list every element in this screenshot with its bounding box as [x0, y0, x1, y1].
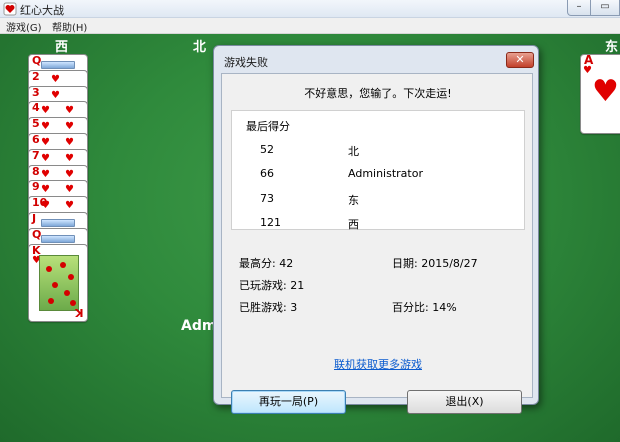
card-rank: 3: [32, 85, 40, 99]
win-percentage: 百分比: 14%: [392, 301, 457, 314]
card-rank: Q: [32, 227, 42, 241]
heart-decoration: [70, 299, 76, 306]
heart-icon: ♥: [65, 184, 74, 196]
heart-icon: ♥: [65, 152, 74, 164]
card-rank: 7: [32, 148, 40, 162]
score-row: 121 西: [232, 216, 526, 232]
score-row: 73 东: [232, 192, 526, 208]
face-card-art: [41, 234, 75, 243]
heart-icon: ♥: [41, 105, 50, 117]
heart-decoration: [46, 265, 52, 272]
maximize-button[interactable]: ▭: [590, 0, 620, 16]
heart-icon: ♥: [65, 121, 74, 133]
card-rank: J: [32, 212, 37, 225]
heart-icon: ♥: [41, 121, 50, 133]
seat-label-east: 东: [605, 40, 619, 55]
title-bar: 红心大战 – ▭: [0, 0, 620, 18]
online-games-link[interactable]: 联机获取更多游戏: [222, 356, 534, 372]
heart-icon: ♥: [41, 200, 50, 212]
player-name: Administrator: [348, 167, 423, 180]
card-rank: 4: [32, 101, 40, 115]
card-rank: 9: [32, 180, 40, 194]
heart-decoration: [68, 273, 74, 280]
menu-bar: 游戏(G) 帮助(H): [0, 18, 620, 34]
play-again-button[interactable]: 再玩一局(P): [231, 390, 346, 414]
score-row: 66 Administrator: [232, 167, 526, 183]
date: 日期: 2015/8/27: [392, 257, 478, 270]
close-button[interactable]: ✕: [506, 52, 534, 68]
menu-help[interactable]: 帮助(H): [52, 19, 87, 34]
king-of-hearts-art: [39, 254, 79, 311]
result-message: 不好意思，您输了。下次走运!: [304, 87, 452, 100]
score-value: 121: [260, 216, 281, 229]
final-scores-panel: 最后得分 52 北 66 Administrator 73 东 121 西: [231, 110, 526, 232]
minimize-button[interactable]: –: [567, 0, 591, 16]
heart-decoration: [64, 289, 70, 296]
final-scores-title: 最后得分: [246, 120, 290, 133]
score-value: 73: [260, 192, 274, 205]
heart-icon: ♥: [51, 73, 60, 85]
card-rank: 2: [32, 69, 40, 83]
heart-decoration: [60, 261, 66, 268]
high-score: 最高分: 42: [239, 257, 294, 270]
dialog-title: 游戏失败: [224, 56, 268, 69]
face-card-art: [41, 219, 75, 227]
heart-decoration: [52, 281, 58, 288]
score-row: 52 北: [232, 143, 526, 159]
heart-icon: ♥: [51, 89, 60, 101]
heart-icon: ♥: [583, 65, 592, 76]
heart-icon: ♥: [65, 105, 74, 117]
dialog-body: 不好意思，您输了。下次走运! 最后得分 52 北 66 Administrato…: [221, 73, 534, 414]
face-card-art: [41, 61, 75, 69]
card-rank: Q: [32, 54, 42, 67]
menu-game[interactable]: 游戏(G): [6, 19, 42, 34]
heart-icon: ♥: [65, 137, 74, 148]
hearts-app-icon: [3, 2, 17, 16]
hand-card[interactable]: K ♥ K: [28, 243, 88, 322]
player-name: 北: [348, 145, 359, 158]
player-name-label: Adm: [181, 318, 217, 334]
heart-icon: ♥: [65, 200, 74, 212]
player-name: 东: [348, 194, 359, 207]
games-won: 已胜游戏: 3: [239, 301, 298, 314]
heart-icon: ♥: [592, 74, 619, 109]
east-card: A ♥ ♥: [580, 54, 620, 134]
games-played: 已玩游戏: 21: [239, 279, 305, 292]
card-rank: 6: [32, 133, 40, 146]
player-name: 西: [348, 218, 359, 231]
exit-button[interactable]: 退出(X): [407, 390, 522, 414]
score-value: 66: [260, 167, 274, 180]
game-over-dialog: 游戏失败 ✕ 不好意思，您输了。下次走运! 最后得分 52 北 66 Admin…: [213, 45, 539, 414]
heart-icon: ♥: [65, 168, 74, 180]
card-rank: 8: [32, 164, 40, 178]
seat-label-west: 西: [55, 40, 69, 55]
heart-icon: ♥: [41, 168, 50, 180]
heart-icon: ♥: [41, 152, 50, 164]
window-title: 红心大战: [20, 4, 64, 17]
score-value: 52: [260, 143, 274, 156]
seat-label-north: 北: [193, 40, 207, 55]
heart-decoration: [48, 297, 54, 304]
card-rank: 5: [32, 117, 40, 131]
card-rank-inverted: K: [75, 305, 84, 319]
heart-icon: ♥: [41, 137, 50, 148]
heart-icon: ♥: [41, 184, 50, 196]
